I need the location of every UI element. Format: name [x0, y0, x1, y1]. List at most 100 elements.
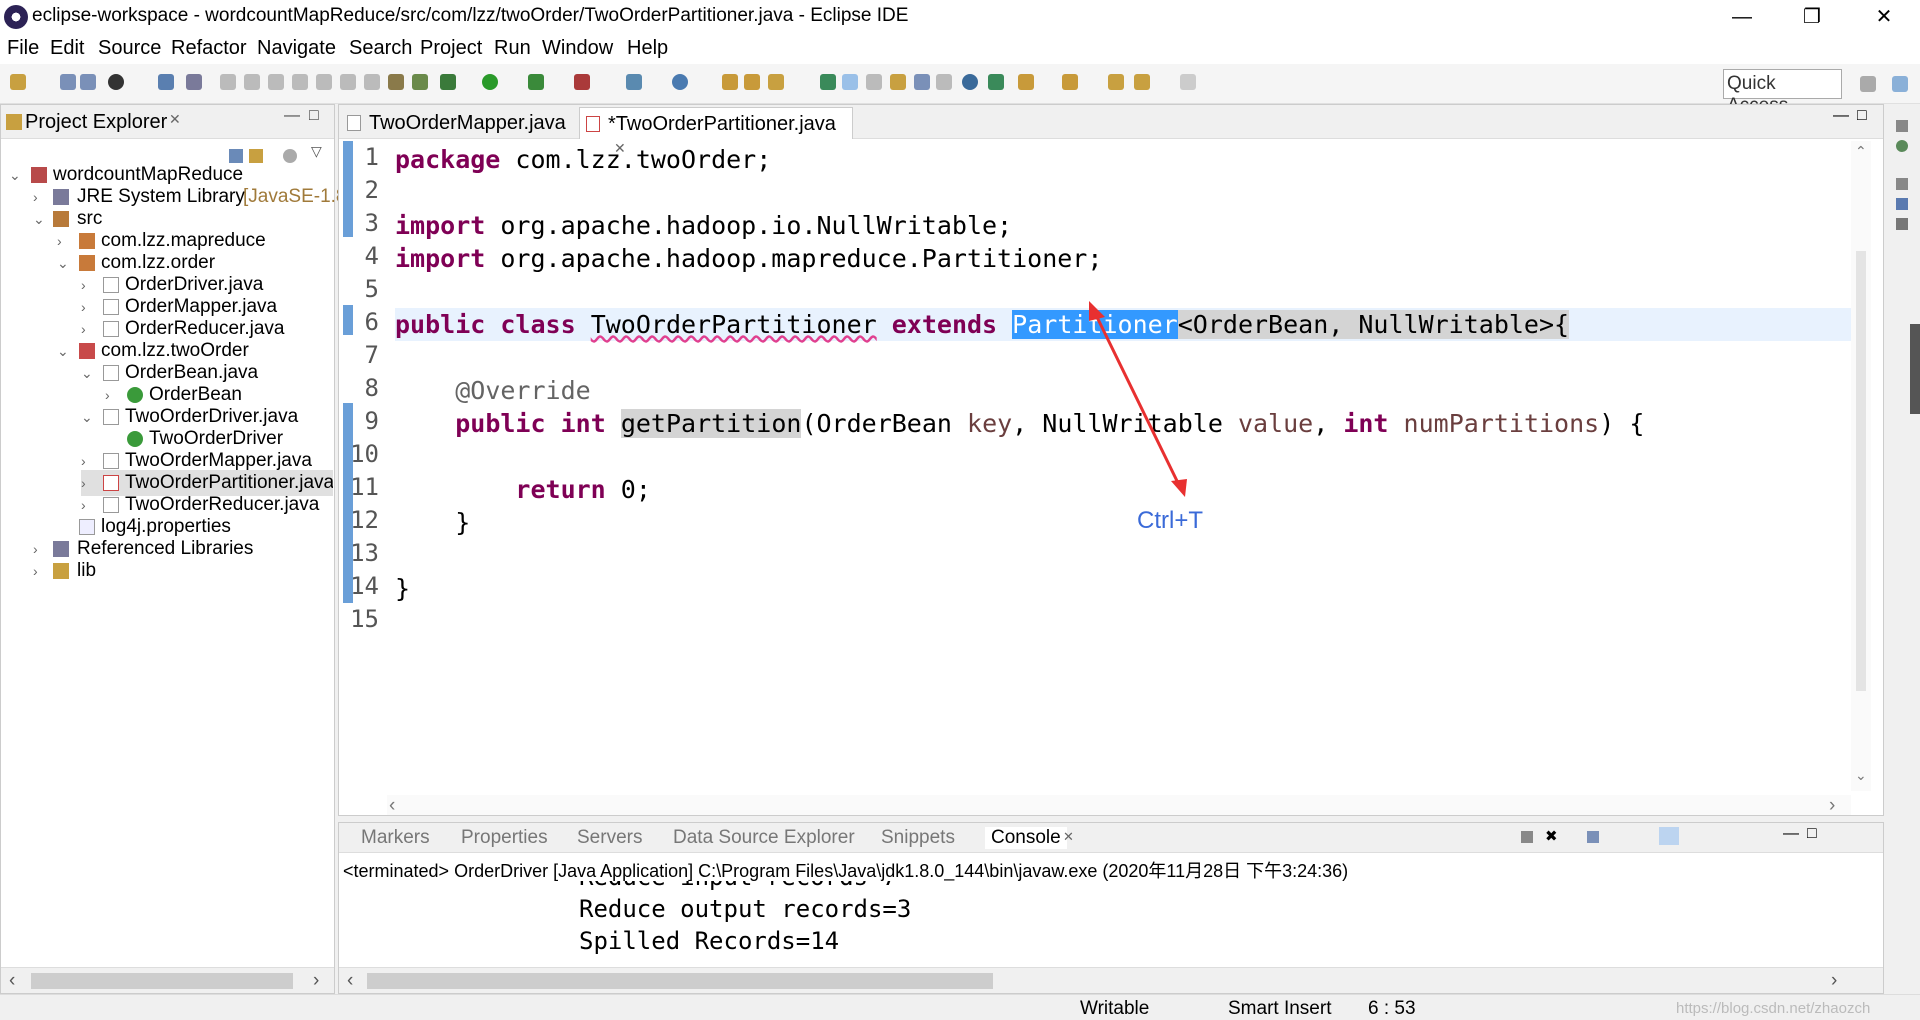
- run-icon[interactable]: [482, 74, 498, 90]
- outline-icon[interactable]: [1896, 140, 1908, 152]
- close-button[interactable]: ✕: [1854, 2, 1914, 32]
- save-all-icon[interactable]: [80, 74, 96, 90]
- menu-run[interactable]: Run: [494, 37, 531, 60]
- external-tools-icon[interactable]: [574, 74, 590, 90]
- menu-window[interactable]: Window: [542, 37, 613, 60]
- horizontal-scrollbar[interactable]: ‹ ›: [387, 795, 1851, 817]
- next-annotation-icon[interactable]: [1018, 74, 1034, 90]
- scroll-right-icon[interactable]: ›: [1831, 970, 1837, 992]
- scroll-down-icon[interactable]: ⌄: [1855, 767, 1867, 784]
- show-console-icon[interactable]: [1659, 827, 1679, 845]
- step-into-icon[interactable]: [316, 74, 332, 90]
- quick-access-field[interactable]: Quick Access: [1723, 69, 1842, 116]
- horizontal-scrollbar[interactable]: ‹ ›: [339, 967, 1883, 993]
- toggle-breadcrumb-icon[interactable]: [890, 74, 906, 90]
- maximize-icon[interactable]: □: [1857, 107, 1867, 125]
- resume-icon[interactable]: [220, 74, 236, 90]
- java-perspective-icon[interactable]: [1892, 76, 1908, 92]
- maximize-icon[interactable]: □: [1807, 825, 1817, 843]
- minimize-icon[interactable]: —: [1833, 107, 1849, 125]
- open-task-icon[interactable]: [744, 74, 760, 90]
- menu-navigate[interactable]: Navigate: [257, 37, 336, 60]
- minimize-button[interactable]: —: [1712, 2, 1772, 32]
- chevron-down-icon[interactable]: ⌄: [81, 404, 95, 430]
- tree-item-folder[interactable]: › lib: [33, 558, 333, 584]
- tab-servers[interactable]: Servers: [577, 827, 642, 849]
- coverage-icon[interactable]: [528, 74, 544, 90]
- menu-help[interactable]: Help: [627, 37, 668, 60]
- step-over-icon[interactable]: [340, 74, 356, 90]
- restore-button[interactable]: ❐: [1782, 2, 1842, 32]
- back-icon[interactable]: [1134, 74, 1150, 90]
- scroll-thumb[interactable]: [31, 973, 293, 989]
- console-icon[interactable]: [1896, 218, 1908, 230]
- tab-snippets[interactable]: Snippets: [881, 827, 955, 849]
- menu-refactor[interactable]: Refactor: [171, 37, 247, 60]
- tab-data-source-explorer[interactable]: Data Source Explorer: [673, 827, 855, 849]
- tab-twoordermapper[interactable]: TwoOrderMapper.java: [341, 107, 577, 139]
- minimize-icon[interactable]: —: [1783, 825, 1799, 843]
- clear-console-icon[interactable]: [1587, 831, 1599, 843]
- open-perspective-icon[interactable]: [1860, 76, 1876, 92]
- scroll-left-icon[interactable]: ‹: [389, 795, 395, 817]
- disconnect-icon[interactable]: [292, 74, 308, 90]
- use-step-filters-icon[interactable]: [412, 74, 428, 90]
- annotation-icon[interactable]: [820, 74, 836, 90]
- chevron-down-icon[interactable]: ⌄: [81, 360, 95, 386]
- synchronize-icon[interactable]: [988, 74, 1004, 90]
- menu-project[interactable]: Project: [420, 37, 482, 60]
- close-icon[interactable]: ✕: [169, 111, 181, 128]
- block-selection-icon[interactable]: [866, 74, 882, 90]
- chevron-down-icon[interactable]: ⌄: [57, 250, 71, 276]
- filter-icon[interactable]: [283, 149, 297, 163]
- suspend-icon[interactable]: [244, 74, 260, 90]
- previous-annotation-icon[interactable]: [1062, 74, 1078, 90]
- forward-icon[interactable]: [1180, 74, 1196, 90]
- terminal-icon[interactable]: [158, 74, 174, 90]
- project-explorer-tab[interactable]: Project Explorer ✕ — □: [1, 105, 334, 139]
- link-with-editor-icon[interactable]: [249, 149, 263, 163]
- terminate-icon[interactable]: [268, 74, 284, 90]
- restore-icon[interactable]: [1896, 178, 1908, 190]
- profile-icon[interactable]: [108, 74, 124, 90]
- console-output[interactable]: Reduce input records=7 Reduce output rec…: [339, 881, 1859, 959]
- tab-markers[interactable]: Markers: [361, 827, 430, 849]
- open-type-icon[interactable]: [722, 74, 738, 90]
- show-whitespace-icon[interactable]: [936, 74, 952, 90]
- chevron-right-icon[interactable]: ›: [33, 558, 47, 584]
- menu-edit[interactable]: Edit: [50, 37, 84, 60]
- new-java-project-icon[interactable]: [626, 74, 642, 90]
- save-icon[interactable]: [60, 74, 76, 90]
- vertical-scrollbar[interactable]: ⌃ ⌄: [1851, 141, 1871, 791]
- menu-source[interactable]: Source: [98, 37, 161, 60]
- maximize-icon[interactable]: □: [309, 107, 319, 125]
- terminate-icon[interactable]: [1521, 831, 1533, 843]
- scroll-left-icon[interactable]: ‹: [9, 970, 15, 992]
- new-icon[interactable]: [10, 74, 26, 90]
- close-icon[interactable]: ✕: [1063, 829, 1074, 845]
- tab-twoorderpartitioner[interactable]: *TwoOrderPartitioner.java ✕: [579, 107, 853, 156]
- menu-search[interactable]: Search: [349, 37, 412, 60]
- scroll-up-icon[interactable]: ⌃: [1855, 143, 1867, 160]
- chevron-down-icon[interactable]: ⌄: [33, 206, 47, 232]
- tab-properties[interactable]: Properties: [461, 827, 548, 849]
- minimize-icon[interactable]: —: [284, 107, 300, 125]
- remove-launch-icon[interactable]: ✖: [1545, 827, 1558, 845]
- skip-breakpoints-icon[interactable]: [186, 74, 202, 90]
- word-wrap-icon[interactable]: [914, 74, 930, 90]
- scroll-right-icon[interactable]: ›: [1829, 795, 1835, 817]
- scroll-left-icon[interactable]: ‹: [347, 970, 353, 992]
- drop-to-frame-icon[interactable]: [388, 74, 404, 90]
- collapse-all-icon[interactable]: [229, 149, 243, 163]
- tab-console[interactable]: Console: [985, 827, 1067, 849]
- last-edit-location-icon[interactable]: [1108, 74, 1124, 90]
- scroll-thumb[interactable]: [367, 973, 993, 989]
- scroll-thumb[interactable]: [1856, 251, 1866, 691]
- new-class-icon[interactable]: [672, 74, 688, 90]
- view-menu-icon[interactable]: ▽: [311, 143, 322, 160]
- web-browser-icon[interactable]: [962, 74, 978, 90]
- debug-icon[interactable]: [440, 74, 456, 90]
- scroll-right-icon[interactable]: ›: [313, 970, 319, 992]
- step-return-icon[interactable]: [364, 74, 380, 90]
- chevron-down-icon[interactable]: ⌄: [57, 338, 71, 364]
